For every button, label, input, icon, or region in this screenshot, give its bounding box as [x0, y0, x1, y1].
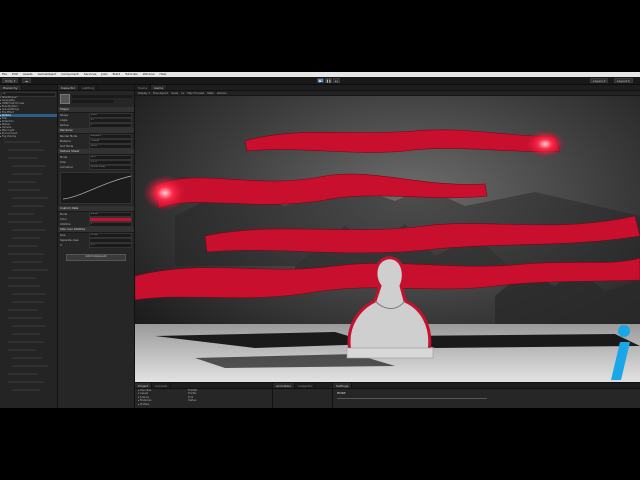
stats-toggle[interactable]: Stats [207, 91, 214, 95]
inspector-section: Custom Data Mode Vector Color Lifetime 5 [58, 206, 134, 227]
field-label: Material [60, 140, 71, 143]
field-label: Angle [60, 119, 68, 122]
main-toolbar: Unity ▾ ☁ ▶ ❚❚ ▸| Layers ▾ Layout ▾ [0, 77, 640, 85]
hdrp-title: HDRP [337, 391, 346, 395]
i-icon [611, 325, 630, 380]
field-value[interactable]: 5 [88, 222, 132, 227]
display-dropdown[interactable]: Display 1 [138, 91, 150, 95]
inspector-panel: Inspector Lighting Shape Shape Cone Angle… [58, 85, 135, 408]
tab-scene[interactable]: Scene [135, 85, 152, 90]
step-button[interactable]: ▸| [333, 78, 340, 83]
tab-game[interactable]: Game [151, 85, 168, 90]
aspect-dropdown[interactable]: Free Aspect [153, 91, 168, 95]
game-view-panel: Scene Game Display 1 Free Aspect Scale 1… [135, 85, 640, 382]
scale-label: Scale [171, 92, 179, 95]
field-label: Color [60, 218, 67, 221]
play-button[interactable]: ▶ [317, 78, 324, 83]
animation-pane: Animation Inspector [273, 383, 333, 408]
curve-preview[interactable] [60, 172, 132, 204]
project-folder[interactable]: ▸ Prefabs [135, 403, 185, 406]
scale-slider[interactable]: 1x [181, 91, 184, 95]
tab-console[interactable]: Console [152, 383, 172, 388]
asset-item[interactable]: Statue [185, 399, 272, 402]
field-value[interactable]: 0.5 [88, 243, 132, 248]
account-dropdown[interactable]: Unity ▾ [2, 78, 19, 83]
cloud-button[interactable]: ☁ [22, 78, 31, 83]
add-component-button[interactable]: Add Component [66, 254, 126, 261]
component-tag-field[interactable] [72, 100, 114, 103]
tab-lighting[interactable]: Lighting [79, 85, 99, 90]
hierarchy-panel: Hierarchy All ▾ ShardScene* ▸ SampleRig … [0, 85, 58, 408]
project-pane: Project Console ▸ Favorites ▾ Assets ▸ S… [135, 383, 273, 408]
gizmos-toggle[interactable]: Gizmos [217, 91, 227, 95]
tab-animation[interactable]: Animation [273, 383, 296, 388]
field-label: Animation [60, 166, 74, 169]
field-label: Shape [60, 114, 69, 117]
particle-thumbnail [60, 94, 70, 104]
play-focused-toggle[interactable]: Play Focused [187, 91, 204, 95]
field-label: Render Mode [60, 135, 78, 138]
tab-inspector-secondary[interactable]: Inspector [295, 383, 317, 388]
field-label: Mode [60, 213, 68, 216]
field-label: X [60, 244, 62, 247]
layout-dropdown[interactable]: Layout ▾ [614, 78, 633, 83]
hierarchy-tree-lines [4, 141, 48, 391]
layers-dropdown[interactable]: Layers ▾ [590, 78, 609, 83]
tab-inspector[interactable]: Inspector [58, 85, 79, 90]
field-value[interactable]: 1 [88, 123, 132, 128]
pause-button[interactable]: ❚❚ [325, 78, 332, 83]
field-label: Size [60, 234, 66, 237]
component-name-field[interactable] [72, 95, 132, 98]
curve-graph [62, 175, 132, 200]
hdrp-divider [337, 398, 487, 399]
inspector-section: Texture Sheet Mode Grid Tiles 4 x 4 Animat… [58, 149, 134, 170]
field-value[interactable]: Whole Sheet [88, 165, 132, 170]
unity-editor: File Edit Assets GameObject Component Se… [0, 72, 640, 408]
field-label: Lifetime [60, 223, 71, 226]
field-label: Tiles [60, 161, 66, 164]
field-value[interactable]: None [88, 144, 132, 149]
inspector-section: Size over Lifetime Size Curve Separate Ax… [58, 227, 134, 248]
bottom-panel: Project Console ▸ Favorites ▾ Assets ▸ S… [135, 382, 640, 408]
inspector-section: Shape Shape Cone Angle 25 Radius 1 [58, 107, 134, 128]
component-header [58, 91, 134, 107]
tab-project-settings[interactable]: Settings [333, 383, 353, 388]
field-label: Sort Mode [60, 145, 74, 148]
tab-hierarchy[interactable]: Hierarchy [0, 85, 22, 90]
settings-pane: Settings HDRP [333, 383, 640, 408]
fire-head-glow [525, 130, 565, 158]
field-label: Radius [60, 124, 69, 127]
tab-project[interactable]: Project [135, 383, 153, 388]
game-render[interactable] [135, 96, 640, 382]
inspector-section: Renderer Render Mode Billboard Material Fi… [58, 128, 134, 149]
field-label: Separate Axes [60, 239, 79, 242]
field-label: Mode [60, 156, 68, 159]
fire-head-glow [143, 175, 187, 211]
